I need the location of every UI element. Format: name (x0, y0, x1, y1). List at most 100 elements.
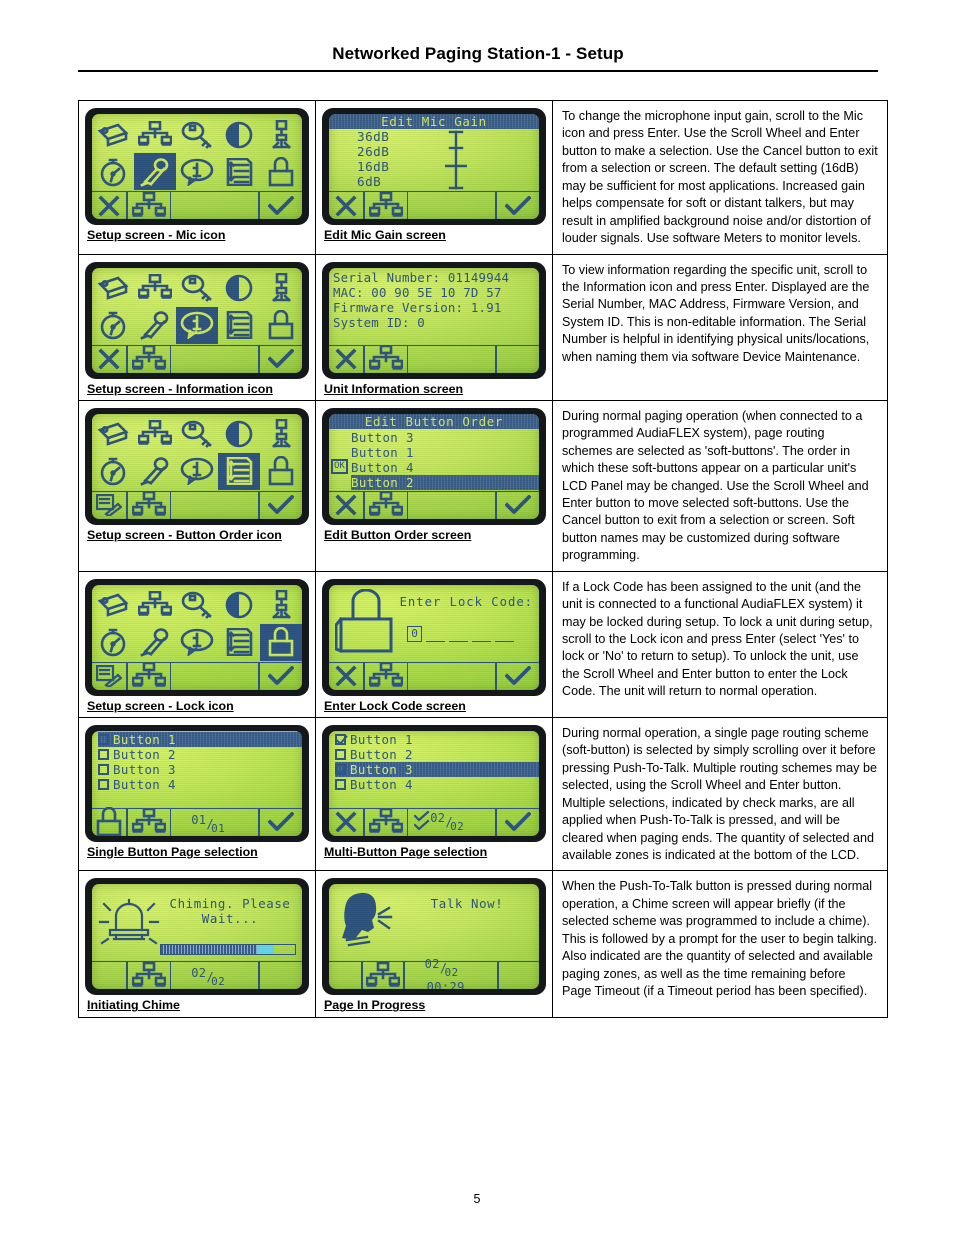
lcd-bar-edit-note-icon[interactable] (92, 663, 126, 690)
button-order-item[interactable]: Button 4 (351, 460, 539, 475)
lcd-bar-network-icon[interactable] (365, 808, 407, 836)
setup-icon-contrast-icon[interactable] (218, 587, 260, 624)
lcd-display[interactable] (92, 267, 302, 373)
setup-icon-lock-icon[interactable] (260, 307, 302, 344)
lcd-bar-cancel-x-icon[interactable] (329, 663, 363, 690)
lcd-bar-network-icon[interactable] (128, 662, 170, 690)
lcd-bar-network-icon[interactable] (365, 191, 407, 219)
page-button-item[interactable]: Button 2 (335, 747, 539, 762)
lcd-display[interactable] (92, 114, 302, 219)
lcd-display[interactable]: Serial Number: 01149944 MAC: 00 90 5E 10 … (329, 267, 539, 373)
setup-icon-magnifier-key-icon[interactable] (176, 116, 218, 153)
setup-icon-info-bubble-icon[interactable] (176, 306, 218, 344)
checkbox-icon[interactable] (98, 748, 109, 760)
setup-icon-nametag-icon[interactable] (92, 416, 134, 453)
code-digit[interactable]: 0 (407, 625, 422, 642)
setup-icon-mic-icon[interactable] (134, 624, 176, 661)
setup-icon-network-icon[interactable] (134, 416, 176, 453)
lcd-display[interactable]: Button 1 Button 2 Button 3 Button 4 02/0… (329, 730, 539, 836)
lcd-bar-lock-icon[interactable] (92, 807, 126, 836)
lcd-bar-network-icon[interactable] (363, 961, 403, 989)
lcd-display[interactable]: Talk Now! 02/02 00:29 (329, 884, 539, 990)
page-button-item[interactable]: Button 3 (98, 762, 302, 777)
setup-icon-nametag-icon[interactable] (92, 587, 134, 624)
button-order-item[interactable]: Button 3 (351, 430, 539, 445)
setup-icon-mic-stand-icon[interactable] (260, 270, 302, 307)
page-button-item[interactable]: Button 1 (98, 731, 302, 747)
setup-icon-stopwatch-icon[interactable] (92, 153, 134, 190)
setup-icon-network-icon[interactable] (134, 270, 176, 307)
lcd-bar-network-icon[interactable] (128, 808, 170, 836)
setup-icon-button-order-icon[interactable] (218, 452, 260, 490)
lcd-bar-check-icon[interactable] (260, 192, 302, 219)
setup-icon-magnifier-key-icon[interactable] (176, 270, 218, 307)
lcd-bar-network-icon[interactable] (365, 662, 407, 690)
checkbox-icon[interactable] (98, 763, 109, 775)
checkbox-icon[interactable] (98, 778, 109, 790)
button-order-item[interactable]: Button 1 (351, 445, 539, 460)
lcd-bar-network-icon[interactable] (128, 191, 170, 219)
setup-icon-mic-stand-icon[interactable] (260, 416, 302, 453)
lcd-bar-network-icon[interactable] (128, 961, 170, 989)
lcd-bar-cancel-x-icon[interactable] (329, 346, 363, 373)
lcd-display[interactable]: Enter Lock Code: 0 (329, 584, 539, 690)
page-button-item[interactable]: Button 4 (98, 777, 302, 792)
setup-icon-lock-icon[interactable] (260, 153, 302, 190)
page-button-item[interactable]: Button 4 (335, 777, 539, 792)
setup-icon-lock-icon[interactable] (260, 623, 302, 661)
setup-icon-button-order-icon[interactable] (218, 307, 260, 344)
setup-icon-contrast-icon[interactable] (218, 416, 260, 453)
setup-icon-mic-stand-icon[interactable] (260, 587, 302, 624)
setup-icon-contrast-icon[interactable] (218, 270, 260, 307)
lcd-display[interactable] (92, 413, 302, 519)
lcd-bar-check-icon[interactable] (497, 809, 539, 836)
lcd-bar-check-icon[interactable] (260, 492, 302, 519)
lcd-bar-check-icon[interactable] (497, 192, 539, 219)
checkbox-icon[interactable] (335, 733, 346, 745)
setup-icon-contrast-icon[interactable] (218, 116, 260, 153)
lcd-bar-network-icon[interactable] (365, 345, 407, 373)
setup-icon-button-order-icon[interactable] (218, 153, 260, 190)
lcd-bar-check-icon[interactable] (260, 809, 302, 836)
lcd-bar-check-icon[interactable] (260, 663, 302, 690)
setup-icon-network-icon[interactable] (134, 587, 176, 624)
setup-icon-stopwatch-icon[interactable] (92, 307, 134, 344)
lcd-bar-cancel-x-icon[interactable] (92, 192, 126, 219)
setup-icon-mic-stand-icon[interactable] (260, 116, 302, 153)
lcd-display[interactable]: Edit Mic Gain 36dB 26dB 16dB 6dB (329, 114, 539, 219)
checkbox-icon[interactable] (335, 748, 346, 760)
setup-icon-mic-icon[interactable] (134, 453, 176, 490)
setup-icon-stopwatch-icon[interactable] (92, 453, 134, 490)
setup-icon-lock-icon[interactable] (260, 453, 302, 490)
setup-icon-nametag-icon[interactable] (92, 116, 134, 153)
checkbox-icon[interactable] (335, 778, 346, 790)
lcd-bar-cancel-x-icon[interactable] (92, 346, 126, 373)
setup-icon-nametag-icon[interactable] (92, 270, 134, 307)
setup-icon-info-bubble-icon[interactable] (176, 624, 218, 661)
lcd-display[interactable]: Button 1 Button 2 Button 3 Button 4 01/0… (92, 730, 302, 836)
lcd-bar-check-icon[interactable] (497, 492, 539, 519)
lcd-display[interactable]: Chiming. Please Wait... 02/02 (92, 884, 302, 990)
setup-icon-button-order-icon[interactable] (218, 624, 260, 661)
checkbox-icon[interactable] (335, 763, 346, 775)
checkbox-icon[interactable] (98, 733, 109, 745)
setup-icon-info-bubble-icon[interactable] (176, 453, 218, 490)
lcd-display[interactable] (92, 584, 302, 690)
lcd-display[interactable]: Edit Button Order Button 3 Button 1 Button… (329, 413, 539, 519)
lcd-bar-network-icon[interactable] (128, 345, 170, 373)
setup-icon-network-icon[interactable] (134, 116, 176, 153)
setup-icon-magnifier-key-icon[interactable] (176, 587, 218, 624)
lcd-bar-network-icon[interactable] (128, 491, 170, 519)
button-order-item[interactable]: Button 2 (351, 474, 539, 490)
setup-icon-stopwatch-icon[interactable] (92, 624, 134, 661)
lcd-bar-check-icon[interactable] (260, 346, 302, 373)
setup-icon-info-bubble-icon[interactable] (176, 153, 218, 190)
lcd-bar-edit-note-icon[interactable] (92, 492, 126, 519)
lcd-bar-cancel-x-icon[interactable] (329, 809, 363, 836)
setup-icon-mic-icon[interactable] (134, 153, 176, 190)
setup-icon-mic-icon[interactable] (134, 307, 176, 344)
lcd-bar-cancel-x-icon[interactable] (329, 192, 363, 219)
page-button-item[interactable]: Button 2 (98, 747, 302, 762)
setup-icon-magnifier-key-icon[interactable] (176, 416, 218, 453)
page-button-item[interactable]: Button 1 (335, 732, 539, 747)
